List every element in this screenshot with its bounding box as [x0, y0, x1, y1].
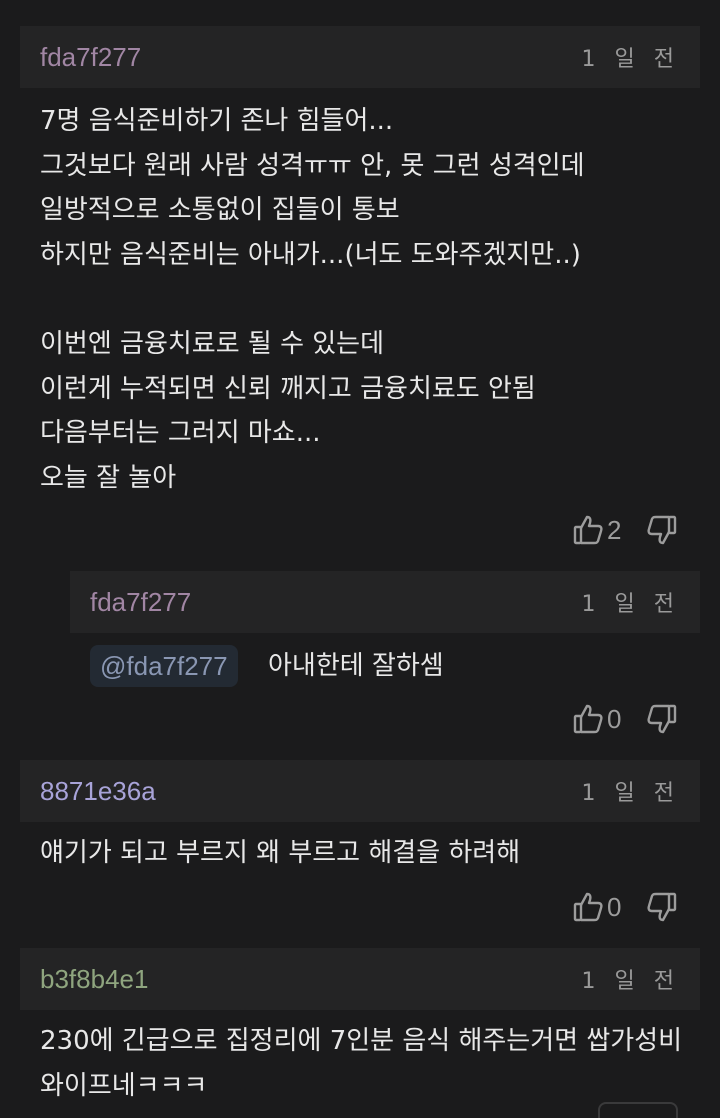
thumbs-up-icon[interactable] [573, 514, 603, 546]
comment-timestamp: 1 일 전 [581, 781, 680, 806]
comment-author[interactable]: 8871e36a [40, 776, 156, 807]
thumbs-down-icon[interactable] [647, 514, 677, 546]
like-count: 2 [607, 514, 622, 545]
comment-author[interactable]: b3f8b4e1 [40, 964, 148, 995]
comment-timestamp: 1 일 전 [581, 969, 680, 994]
vote-button-partial[interactable] [598, 1102, 678, 1118]
comment-header: 8871e36a 1 일 전 [20, 760, 700, 822]
reply-text: 아내한테 잘하셈 [268, 651, 444, 681]
thumbs-up-icon[interactable] [573, 891, 603, 923]
reply-timestamp: 1 일 전 [581, 592, 680, 617]
like-count: 0 [607, 703, 622, 734]
comment-votes: 0 [573, 891, 677, 923]
comment-timestamp: 1 일 전 [581, 47, 680, 72]
thumbs-down-icon[interactable] [647, 703, 677, 735]
comment-header: fda7f277 1 일 전 [20, 26, 700, 88]
comment-text: 얘기가 되고 부르지 왜 부르고 해결을 하려해 [40, 838, 521, 868]
comment-text: 7명 음식준비하기 존나 힘들어... 그것보다 원래 사람 성격ㅠㅠ 안, 못… [40, 106, 585, 493]
comment-header: b3f8b4e1 1 일 전 [20, 948, 700, 1010]
reply-votes: 0 [573, 703, 677, 735]
comment-author[interactable]: fda7f277 [40, 42, 141, 73]
comment-text: 230에 긴급으로 집정리에 7인분 음식 해주는거면 쌉가성비 와이프네ㅋㅋㅋ [40, 1026, 682, 1101]
mention-tag[interactable]: @fda7f277 [90, 645, 238, 687]
comment-list: fda7f277 1 일 전 7명 음식준비하기 존나 힘들어... 그것보다 … [0, 0, 720, 1118]
thumbs-up-icon[interactable] [573, 703, 603, 735]
reply-header: fda7f277 1 일 전 [70, 571, 700, 633]
like-count: 0 [607, 891, 622, 922]
thumbs-down-icon[interactable] [647, 891, 677, 923]
reply-author[interactable]: fda7f277 [90, 587, 191, 618]
comment-votes: 2 [573, 514, 677, 546]
